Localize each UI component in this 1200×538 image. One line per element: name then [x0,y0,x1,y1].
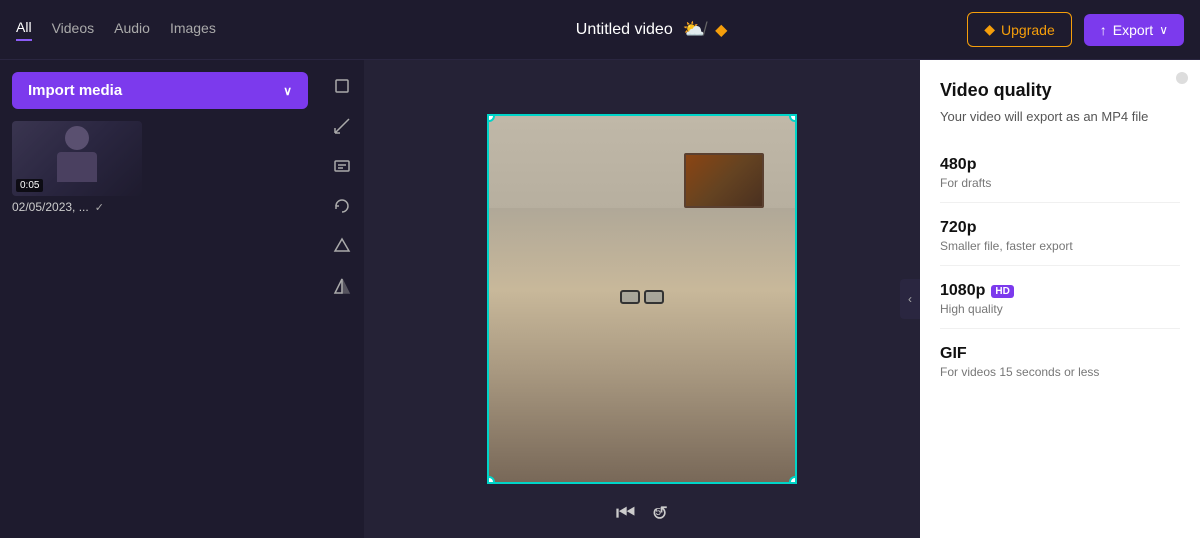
playback-controls: ⏮ ↺5 [616,500,669,526]
face-area [489,208,795,483]
export-label: Export [1113,22,1153,38]
import-label: Import media [28,82,122,99]
hd-badge: HD [991,285,1013,298]
nav-tab-audio[interactable]: Audio [114,20,150,40]
glass-right [644,290,664,304]
upgrade-button[interactable]: ◆ Upgrade [967,12,1071,47]
person-body [57,152,97,182]
person-head [65,126,89,150]
export-chevron-icon: ∨ [1159,23,1168,37]
nav-tab-videos[interactable]: Videos [52,20,95,40]
video-canvas: ⏮ ↺5 [364,60,920,538]
quality-option-gif[interactable]: GIF For videos 15 seconds or less [940,333,1180,391]
media-thumbnail: 0:05 [12,121,142,196]
timestamp-badge: 0:05 [16,179,43,192]
glass-left [620,290,640,304]
replay5-button[interactable]: ↺5 [652,501,669,526]
glasses [620,290,664,304]
quality-option-480p[interactable]: 480p For drafts [940,144,1180,203]
quality-label-720p: 720p [940,219,1180,237]
quality-panel-subtitle: Your video will export as an MP4 file [940,109,1180,124]
topbar-left: All Videos Audio Images [16,19,336,41]
upgrade-diamond-icon: ◆ [984,21,995,38]
media-grid: 0:05 02/05/2023, ... ✓ [12,121,308,214]
center-area: ⏮ ↺5 ‹ [320,60,920,538]
quality-option-720p[interactable]: 720p Smaller file, faster export [940,207,1180,266]
export-button[interactable]: ↑ Export ∨ [1084,14,1184,46]
collapse-panel-button[interactable]: ‹ [900,279,920,319]
video-content [489,116,795,482]
topbar: All Videos Audio Images Untitled video ⛅… [0,0,1200,60]
flip-tool-button[interactable] [324,268,360,304]
quality-desc-1080p: High quality [940,302,1180,316]
video-frame[interactable] [487,114,797,484]
wall-art [684,153,764,208]
media-label: 02/05/2023, ... ✓ [12,200,308,214]
quality-panel-title: Video quality [940,80,1180,101]
list-item[interactable]: 0:05 02/05/2023, ... ✓ [12,121,308,214]
crop-tool-button[interactable] [324,68,360,104]
quality-label-gif: GIF [940,345,1180,363]
tool-bar [320,60,364,538]
nav-tab-all[interactable]: All [16,19,32,41]
quality-option-1080p[interactable]: 1080p HD High quality [940,270,1180,329]
quality-panel: Video quality Your video will export as … [920,60,1200,538]
export-upload-icon: ↑ [1100,22,1107,38]
import-media-button[interactable]: Import media ∨ [12,72,308,109]
filter-tool-button[interactable] [324,228,360,264]
close-dot [1176,72,1188,84]
quality-desc-480p: For drafts [940,176,1180,190]
video-title[interactable]: Untitled video [576,21,673,39]
nav-tabs: All Videos Audio Images [16,19,216,41]
quality-label-1080p: 1080p HD [940,282,1180,300]
handle-bottom-right[interactable] [789,476,797,484]
import-chevron-icon: ∨ [283,84,292,98]
nav-tab-images[interactable]: Images [170,20,216,40]
caption-tool-button[interactable] [324,148,360,184]
topbar-right: ◆ Upgrade ↑ Export ∨ [967,12,1184,47]
media-filename: 02/05/2023, ... [12,200,89,214]
left-sidebar: Import media ∨ 0:05 02/05/2023, ... ✓ [0,60,320,538]
trim-tool-button[interactable] [324,108,360,144]
cloud-slash-icon: ⛅̸ [683,19,705,40]
quality-label-480p: 480p [940,156,1180,174]
quality-desc-gif: For videos 15 seconds or less [940,365,1180,379]
rewind-button[interactable]: ⏮ [616,500,636,526]
topbar-center: Untitled video ⛅̸ ◆ [336,19,967,40]
upgrade-label: Upgrade [1001,22,1055,38]
main-content: Import media ∨ 0:05 02/05/2023, ... ✓ [0,60,1200,538]
check-icon: ✓ [95,201,104,214]
quality-desc-720p: Smaller file, faster export [940,239,1180,253]
person-silhouette [47,126,107,191]
diamond-icon-small: ◆ [715,20,727,40]
rotate-tool-button[interactable] [324,188,360,224]
